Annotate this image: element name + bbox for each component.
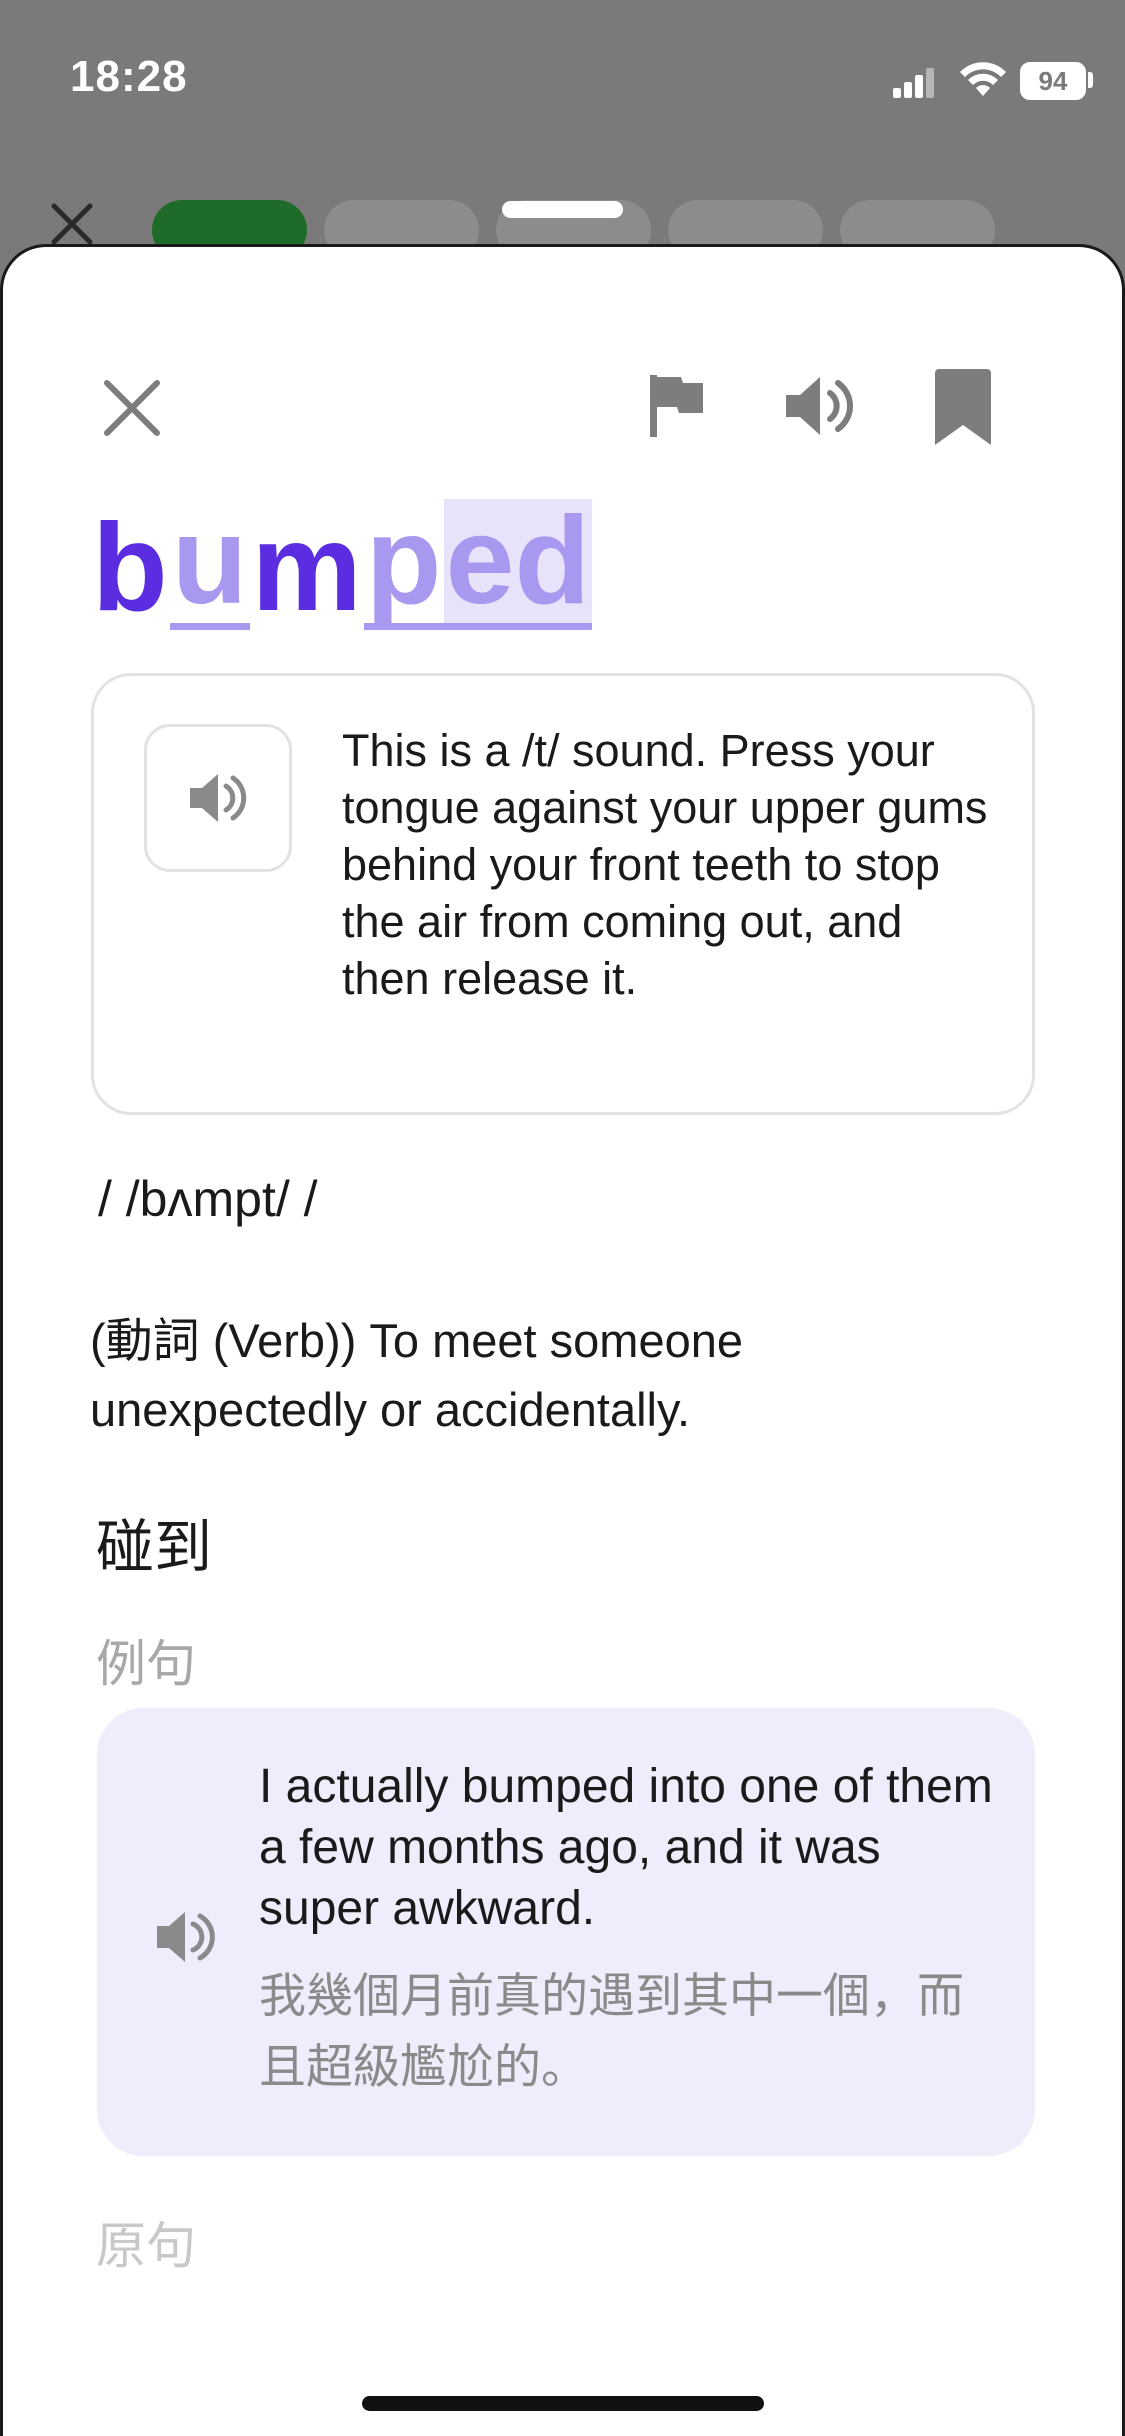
flag-icon — [650, 375, 703, 437]
word-segment-selected[interactable]: ed — [443, 499, 593, 630]
battery-level: 94 — [1038, 66, 1068, 96]
status-bar: 18:28 94 — [0, 0, 1125, 150]
speaker-icon[interactable] — [155, 1906, 217, 1968]
definition-text: (動詞 (Verb)) To meet someone unexpectedly… — [90, 1314, 743, 1436]
cellular-signal-icon — [893, 66, 935, 98]
example-section-label: 例句 — [96, 1636, 196, 1692]
report-button[interactable] — [640, 368, 712, 444]
screen: 18:28 94 b u m p ed This is a /t/ sound.… — [0, 0, 1125, 2436]
pronunciation-tip-text: This is a /t/ sound. Press your tongue a… — [342, 725, 988, 1004]
play-sound-button[interactable] — [144, 724, 292, 872]
example-card: I actually bumped into one of them a few… — [97, 1708, 1035, 2156]
status-time: 18:28 — [70, 52, 188, 101]
bookmark-button[interactable] — [930, 366, 996, 450]
battery-tip — [1088, 72, 1093, 88]
play-word-button[interactable] — [775, 368, 865, 444]
battery-icon: 94 — [1020, 62, 1086, 100]
close-button[interactable] — [98, 374, 166, 442]
ipa-transcription: / /bʌmpt/ / — [98, 1171, 318, 1227]
sheet-grabber[interactable] — [502, 201, 623, 218]
background-close-icon — [51, 203, 93, 245]
word-segment[interactable]: p — [363, 499, 444, 630]
word-title: b u m p ed — [90, 490, 593, 630]
close-icon — [104, 380, 160, 436]
word-segment[interactable]: b — [90, 506, 170, 630]
word-segment[interactable]: u — [169, 499, 250, 630]
translation-text: 碰到 — [96, 1515, 213, 1580]
home-indicator — [362, 2396, 764, 2411]
bookmark-icon — [935, 369, 991, 445]
example-chinese: 我幾個月前真的遇到其中一個，而且超級尷尬的。 — [259, 1969, 964, 2093]
original-section-label: 原句 — [96, 2218, 196, 2274]
word-segment[interactable]: m — [250, 506, 364, 630]
example-english: I actually bumped into one of them a few… — [259, 1760, 993, 1935]
speaker-icon — [786, 377, 853, 435]
wifi-icon — [960, 62, 1006, 96]
speaker-icon — [190, 774, 247, 822]
pronunciation-tip-card: This is a /t/ sound. Press your tongue a… — [91, 673, 1035, 1115]
